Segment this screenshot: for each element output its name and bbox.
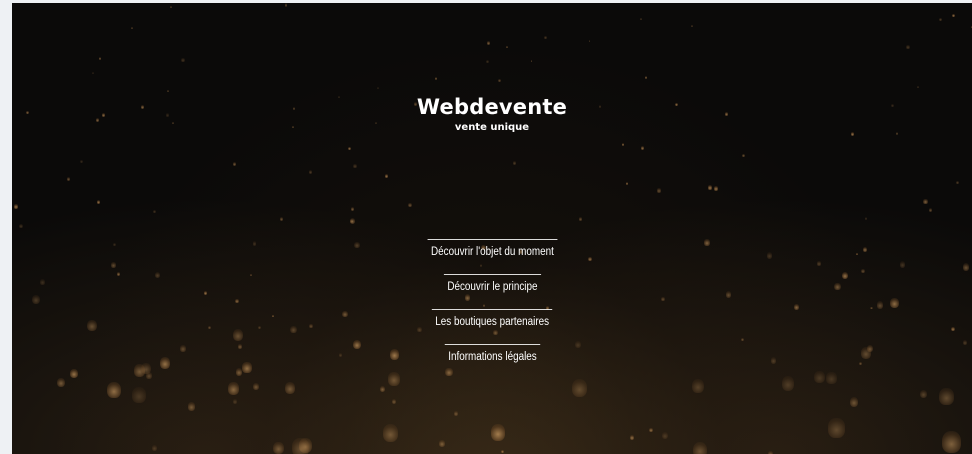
lantern-glow bbox=[96, 199, 101, 204]
hero-background: Webdevente vente unique Découvrir l'obje… bbox=[12, 3, 972, 454]
lantern-glow bbox=[167, 89, 170, 93]
lantern-glow bbox=[382, 423, 399, 442]
lantern-glow bbox=[91, 72, 94, 75]
lantern-background-image bbox=[12, 3, 972, 454]
nav-link-principe[interactable]: Découvrir le principe bbox=[443, 274, 541, 305]
lantern-glow bbox=[661, 431, 669, 439]
lantern-glow bbox=[80, 160, 83, 164]
nav-link-objet-du-moment[interactable]: Découvrir l'objet du moment bbox=[427, 239, 557, 270]
lantern-glow bbox=[377, 86, 380, 90]
lantern-glow bbox=[649, 428, 654, 433]
nav-link-boutiques-partenaires[interactable]: Les boutiques partenaires bbox=[431, 309, 553, 340]
lantern-glow bbox=[571, 378, 588, 397]
lantern-glow bbox=[13, 204, 18, 209]
lantern-glow bbox=[434, 76, 438, 80]
lantern-glow bbox=[454, 410, 459, 416]
lantern-glow bbox=[279, 217, 284, 222]
lantern-glow bbox=[828, 418, 846, 438]
lantern-glow bbox=[380, 385, 386, 392]
nav-link-informations-legales[interactable]: Informations légales bbox=[444, 344, 540, 375]
lantern-glow bbox=[391, 398, 397, 405]
lantern-glow bbox=[505, 46, 508, 49]
site-subtitle: vente unique bbox=[454, 122, 530, 133]
lantern-glow bbox=[408, 202, 412, 208]
lantern-glow bbox=[692, 379, 705, 394]
lantern-glow bbox=[384, 173, 389, 178]
lantern-glow bbox=[741, 153, 746, 158]
lantern-glow bbox=[644, 76, 648, 80]
lantern-glow bbox=[349, 217, 356, 225]
lantern-glow bbox=[284, 3, 288, 7]
lantern-glow bbox=[544, 36, 547, 39]
lantern-glow bbox=[273, 441, 284, 454]
lantern-glow bbox=[308, 170, 312, 175]
lantern-glow bbox=[640, 146, 645, 151]
lantern-glow bbox=[490, 424, 506, 441]
lantern-glow bbox=[98, 56, 102, 60]
lantern-glow bbox=[941, 430, 961, 453]
lantern-glow bbox=[66, 177, 70, 181]
lantern-glow bbox=[350, 206, 355, 211]
site-title[interactable]: Webdevente bbox=[12, 95, 972, 119]
lantern-glow bbox=[512, 161, 516, 165]
lantern-glow bbox=[151, 445, 157, 451]
lantern-glow bbox=[353, 164, 357, 169]
lantern-glow bbox=[187, 402, 196, 411]
lantern-glow bbox=[131, 27, 133, 29]
lantern-glow bbox=[348, 147, 351, 151]
lantern-glow bbox=[153, 210, 156, 213]
lantern-glow bbox=[18, 223, 23, 228]
lantern-glow bbox=[951, 14, 955, 18]
lantern-glow bbox=[657, 188, 661, 193]
lantern-glow bbox=[956, 180, 960, 185]
lantern-glow bbox=[923, 198, 928, 204]
lantern-glow bbox=[292, 438, 309, 454]
lantern-glow bbox=[486, 60, 489, 63]
lantern-glow bbox=[929, 208, 933, 213]
lantern-glow bbox=[170, 6, 172, 9]
lantern-glow bbox=[692, 441, 708, 454]
lantern-glow bbox=[132, 386, 147, 403]
lantern-glow bbox=[438, 439, 445, 447]
lantern-glow bbox=[530, 60, 533, 63]
lantern-glow bbox=[849, 396, 859, 407]
lantern-glow bbox=[501, 450, 504, 454]
lantern-glow bbox=[864, 216, 868, 220]
lantern-glow bbox=[588, 39, 591, 42]
lantern-glow bbox=[917, 86, 920, 89]
lantern-glow bbox=[708, 185, 712, 190]
lantern-glow bbox=[498, 79, 501, 83]
lantern-glow bbox=[232, 162, 237, 167]
site-header: Webdevente vente unique bbox=[12, 95, 972, 133]
lantern-glow bbox=[939, 388, 954, 406]
lantern-glow bbox=[227, 382, 239, 395]
lantern-glow bbox=[629, 434, 635, 440]
lantern-glow bbox=[939, 18, 942, 21]
main-nav: Découvrir l'objet du moment Découvrir le… bbox=[12, 239, 972, 379]
lantern-glow bbox=[578, 217, 582, 221]
lantern-glow bbox=[625, 182, 628, 185]
lantern-glow bbox=[690, 25, 693, 28]
lantern-glow bbox=[107, 381, 122, 399]
lantern-glow bbox=[640, 18, 643, 21]
lantern-glow bbox=[253, 382, 260, 390]
lantern-glow bbox=[621, 143, 625, 147]
lantern-glow bbox=[714, 185, 719, 191]
lantern-glow bbox=[906, 45, 910, 49]
lantern-glow bbox=[181, 58, 185, 63]
lantern-glow bbox=[285, 382, 296, 395]
lantern-glow bbox=[232, 399, 237, 404]
lantern-glow bbox=[487, 41, 490, 45]
lantern-glow bbox=[920, 389, 928, 399]
